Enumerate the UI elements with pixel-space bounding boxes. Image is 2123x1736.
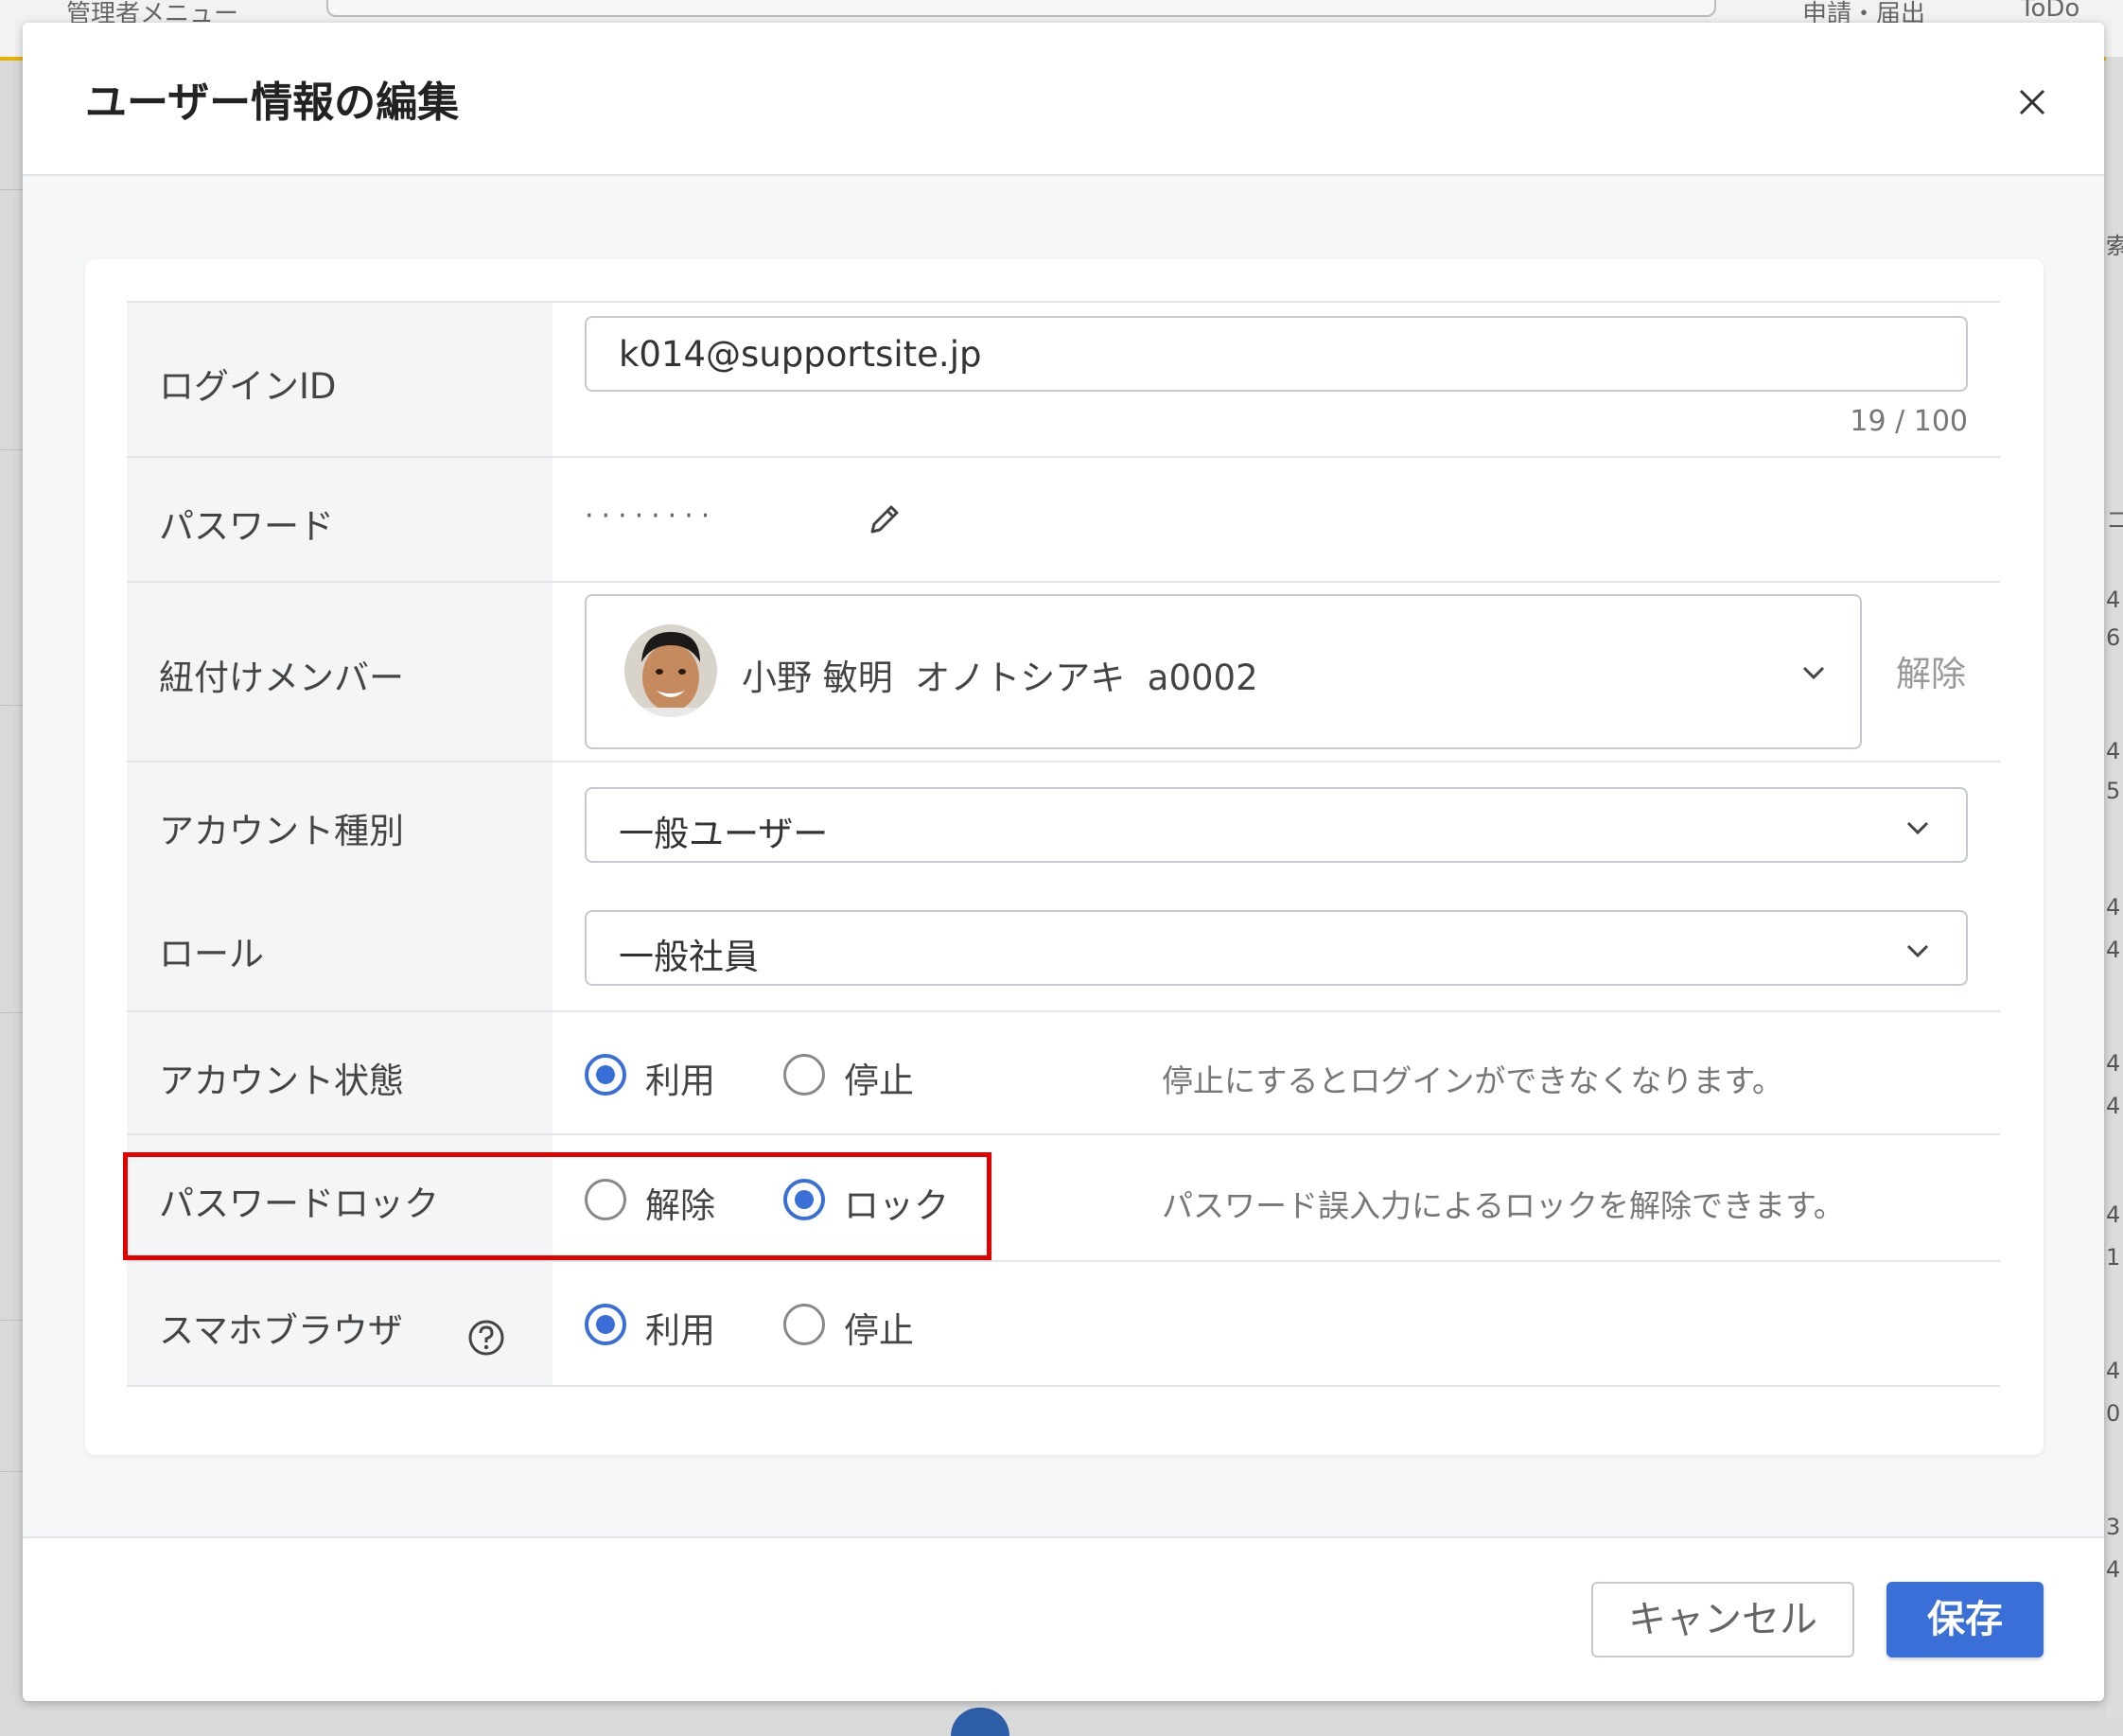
label-cell: パスワード <box>127 458 553 583</box>
avatar <box>624 624 717 717</box>
label-cell: ログインID <box>127 303 553 458</box>
chevron-down-icon <box>1906 821 1929 835</box>
member-label: 紐付けメンバー <box>159 658 404 698</box>
form-card: ログインID k014@supportsite.jp 19 / 100 パスワー… <box>85 259 2044 1455</box>
cancel-button[interactable]: キャンセル <box>1591 1582 1854 1657</box>
login-id-input[interactable]: k014@supportsite.jp <box>585 316 1968 392</box>
account-status-row: アカウント状態 利用 停止 停止にするとログインができなくなります。 <box>127 1010 2000 1135</box>
label-cell: スマホブラウザ <box>127 1262 553 1385</box>
role-label: ロール <box>159 934 264 974</box>
todo-menu-link[interactable]: ToDo <box>2020 0 2079 23</box>
smartphone-browser-row: スマホブラウザ 利用 停止 <box>127 1260 2000 1387</box>
chevron-down-icon <box>1906 944 1929 958</box>
bg-divider <box>0 1012 24 1013</box>
chevron-down-icon <box>1802 666 1825 680</box>
smartphone-browser-stopped-radio[interactable] <box>783 1304 825 1345</box>
bg-fragment: 6 <box>2106 624 2121 651</box>
password-lock-label: パスワードロック <box>159 1184 439 1224</box>
radio-label: 停止 <box>844 1061 914 1101</box>
smartphone-browser-label: スマホブラウザ <box>159 1310 403 1351</box>
bg-divider <box>0 449 24 450</box>
account-type-label: アカウント種別 <box>159 811 404 851</box>
help-circle-icon[interactable] <box>467 1319 505 1357</box>
bg-fragment: 4 <box>2106 1050 2121 1077</box>
account-status-hint: 停止にするとログインができなくなります。 <box>1162 1062 1784 1099</box>
login-id-value: k014@supportsite.jp <box>619 334 982 375</box>
bg-fragment: 4 <box>2106 1201 2121 1228</box>
bg-divider <box>0 189 24 190</box>
bg-divider <box>0 705 24 706</box>
password-lock-hint: パスワード誤入力によるロックを解除できます。 <box>1162 1187 1845 1224</box>
bg-divider <box>0 1471 24 1472</box>
account-status-stopped-radio[interactable] <box>783 1054 825 1096</box>
bg-fragment: 4 <box>2106 1358 2121 1384</box>
bg-fragment: 1 <box>2106 1244 2121 1271</box>
bg-fragment: 索 <box>2106 233 2123 259</box>
close-icon[interactable] <box>2009 79 2055 125</box>
password-masked: ········ <box>585 500 718 533</box>
bg-fragment: 5 <box>2106 778 2121 804</box>
login-id-label: ログインID <box>159 366 337 407</box>
account-status-active-radio[interactable] <box>585 1054 626 1096</box>
member-select[interactable]: 小野 敏明 オノトシアキ a0002 <box>585 594 1862 749</box>
login-id-row: ログインID k014@supportsite.jp 19 / 100 <box>127 301 2000 458</box>
background-search-box[interactable] <box>326 0 1716 17</box>
bg-fragment: 4 <box>2106 738 2121 764</box>
radio-label: 解除 <box>645 1185 715 1226</box>
edit-user-modal: ユーザー情報の編集 ログインID k014@supportsite.jp 19 … <box>23 23 2104 1701</box>
password-lock-row: パスワードロック 解除 ロック パスワード誤入力によるロックを解除できます。 <box>127 1133 2000 1262</box>
bg-divider <box>0 1320 24 1321</box>
member-name: 小野 敏明 オノトシアキ a0002 <box>742 658 1258 698</box>
role-value: 一般社員 <box>619 937 759 977</box>
password-label: パスワード <box>159 506 334 547</box>
account-type-value: 一般ユーザー <box>619 814 829 854</box>
radio-label: 停止 <box>844 1310 914 1351</box>
label-cell: アカウント状態 <box>127 1012 553 1135</box>
bg-fragment: 4 <box>2106 894 2121 921</box>
radio-label: ロック <box>844 1185 949 1226</box>
bg-fragment: 4 <box>2106 937 2121 963</box>
password-lock-unlock-radio[interactable] <box>585 1179 626 1220</box>
background-floating-button <box>951 1708 1009 1736</box>
modal-header: ユーザー情報の編集 <box>23 23 2104 176</box>
radio-label: 利用 <box>645 1061 715 1101</box>
account-type-select[interactable]: 一般ユーザー <box>585 787 1968 863</box>
bg-fragment: 4 <box>2106 587 2121 613</box>
radio-label: 利用 <box>645 1310 715 1351</box>
member-row: 紐付けメンバー 小野 敏明 オノトシアキ a0002 解除 <box>127 581 2000 763</box>
bg-fragment: 4 <box>2106 1093 2121 1119</box>
bg-fragment: 4 <box>2106 1556 2121 1583</box>
modal-title: ユーザー情報の編集 <box>85 79 460 127</box>
save-button[interactable]: 保存 <box>1886 1582 2044 1657</box>
modal-footer: キャンセル 保存 <box>23 1536 2104 1701</box>
label-cell: パスワードロック <box>127 1135 553 1262</box>
smartphone-browser-active-radio[interactable] <box>585 1304 626 1345</box>
unlink-member-button[interactable]: 解除 <box>1896 645 1966 696</box>
background-right-column: 索 コ 4 6 4 5 4 4 4 4 4 1 4 0 3 4 <box>2106 57 2123 1719</box>
label-cell: 紐付けメンバー <box>127 583 553 763</box>
bg-fragment: 0 <box>2106 1400 2121 1427</box>
password-row: パスワード ········ <box>127 456 2000 583</box>
password-lock-lock-radio[interactable] <box>783 1179 825 1220</box>
label-cell: アカウント種別 ロール <box>127 763 553 1012</box>
role-select[interactable]: 一般社員 <box>585 910 1968 986</box>
pencil-icon[interactable] <box>865 500 904 539</box>
bg-fragment: コ <box>2106 507 2123 534</box>
account-type-role-row: アカウント種別 ロール 一般ユーザー 一般社員 <box>127 761 2000 1012</box>
bg-fragment: 3 <box>2106 1514 2121 1540</box>
character-counter: 19 / 100 <box>1850 405 1968 438</box>
account-status-label: アカウント状態 <box>159 1061 404 1101</box>
